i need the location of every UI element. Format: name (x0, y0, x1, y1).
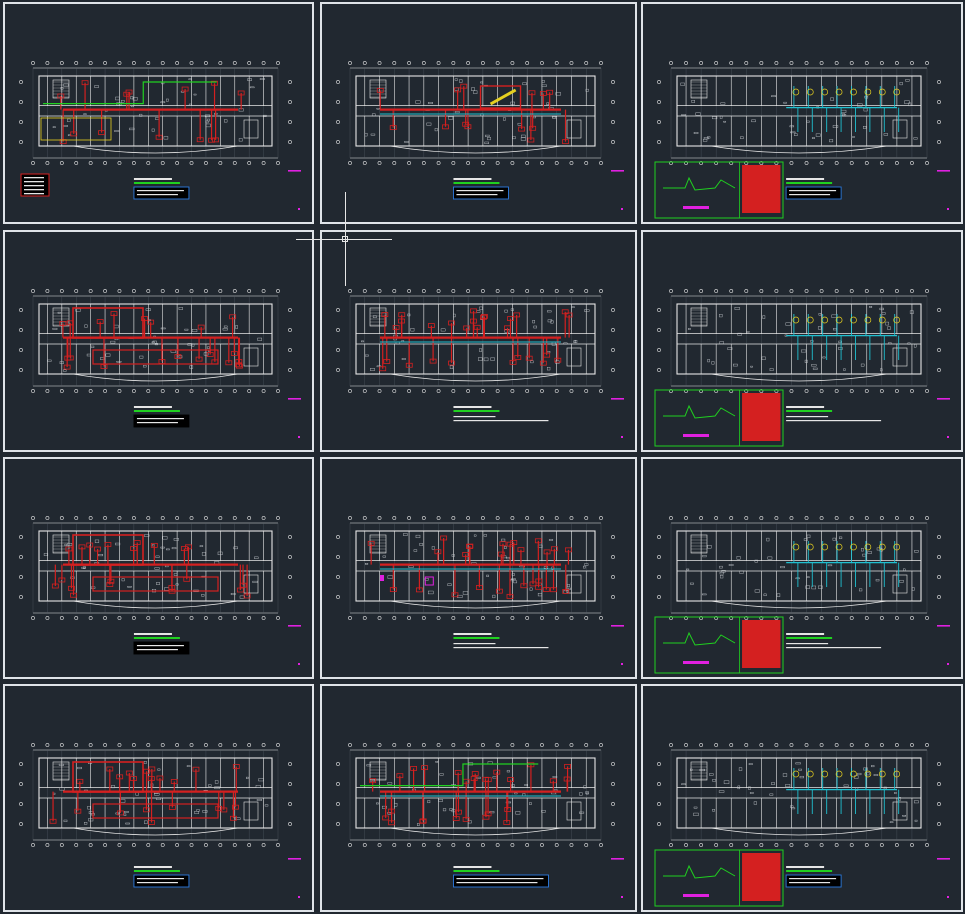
mep-overlay (59, 307, 243, 370)
floor-plan-drawing (336, 516, 624, 665)
cad-canvas[interactable] (0, 0, 965, 914)
drawing-sheet-1[interactable] (3, 2, 314, 224)
drawing-sheet-8[interactable] (320, 457, 637, 679)
building-plan (19, 61, 292, 165)
building-plan (657, 61, 941, 165)
building-plan (657, 516, 941, 620)
mep-overlay (786, 768, 901, 814)
floor-plan-drawing (654, 61, 950, 219)
drawing-sheet-6[interactable] (641, 230, 963, 452)
drawing-sheet-3[interactable] (641, 2, 963, 224)
building-plan (336, 516, 615, 620)
building-plan (336, 289, 615, 393)
floor-plan-drawing (654, 743, 950, 907)
mep-overlay (786, 86, 901, 132)
floor-plan-drawing (654, 516, 950, 674)
building-plan (657, 743, 941, 847)
mep-overlay (360, 762, 571, 826)
building-plan (336, 61, 615, 165)
building-plan (19, 743, 292, 847)
mep-overlay (49, 761, 240, 825)
building-plan (19, 289, 292, 393)
floor-plan-drawing (19, 289, 301, 438)
drawing-sheet-7[interactable] (3, 457, 314, 679)
cursor-pickbox-icon (342, 236, 348, 242)
building-plan (657, 289, 941, 393)
floor-plan-drawing (336, 61, 624, 210)
mep-overlay (367, 535, 572, 599)
drawing-sheet-9[interactable] (641, 457, 963, 679)
mep-overlay (786, 541, 901, 587)
mep-overlay (40, 80, 245, 145)
drawing-sheet-11[interactable] (320, 684, 637, 912)
drawing-sheet-2[interactable] (320, 2, 637, 224)
floor-plan-drawing (19, 61, 301, 210)
mep-overlay (786, 314, 901, 360)
building-plan (19, 516, 292, 620)
floor-plan-drawing (654, 289, 950, 447)
drawing-sheet-5[interactable] (320, 230, 637, 452)
mep-overlay (379, 308, 573, 372)
drawing-sheet-12[interactable] (641, 684, 963, 912)
floor-plan-drawing (336, 289, 624, 438)
floor-plan-drawing (19, 516, 301, 665)
mep-overlay (376, 83, 569, 145)
floor-plan-drawing (336, 743, 624, 898)
building-plan (336, 743, 615, 847)
floor-plan-drawing (19, 743, 301, 898)
drawing-sheet-10[interactable] (3, 684, 314, 912)
drawing-sheet-4[interactable] (3, 230, 314, 452)
